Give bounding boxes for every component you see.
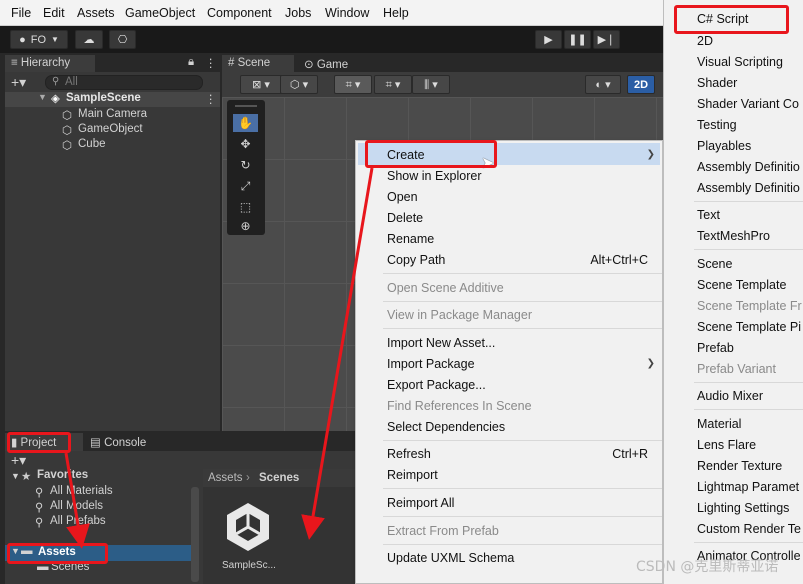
submenu-item-prefab[interactable]: Prefab bbox=[697, 341, 734, 355]
submenu-item-assembly-definition-ref[interactable]: Assembly Definitio bbox=[697, 181, 800, 195]
submenu-item-scene-template[interactable]: Scene Template bbox=[697, 278, 786, 292]
submenu-item-playables[interactable]: Playables bbox=[697, 139, 751, 153]
submenu-item-testing[interactable]: Testing bbox=[697, 118, 737, 132]
submenu-item-shader[interactable]: Shader bbox=[697, 76, 737, 90]
submenu-item-material[interactable]: Material bbox=[697, 417, 741, 431]
annotation-arrow-project bbox=[64, 452, 90, 549]
submenu-item-textmeshpro[interactable]: TextMeshPro bbox=[697, 229, 770, 243]
separator bbox=[694, 201, 803, 202]
annotation-arrow-create bbox=[301, 167, 374, 540]
separator bbox=[694, 409, 803, 410]
submenu-item-scene-template-from: Scene Template Fr bbox=[697, 299, 802, 313]
submenu-item-shader-variant[interactable]: Shader Variant Co bbox=[697, 97, 799, 111]
submenu-item-custom-render-texture[interactable]: Custom Render Te bbox=[697, 522, 801, 536]
submenu-item-scene[interactable]: Scene bbox=[697, 257, 732, 271]
watermark: CSDN @克里斯蒂亚诺 bbox=[636, 559, 779, 575]
submenu-item-2d[interactable]: 2D bbox=[697, 34, 713, 48]
submenu-item-prefab-variant: Prefab Variant bbox=[697, 362, 776, 376]
submenu-item-audio-mixer[interactable]: Audio Mixer bbox=[697, 389, 763, 403]
annotation-arrows bbox=[64, 167, 374, 549]
separator bbox=[694, 382, 803, 383]
submenu-item-render-texture[interactable]: Render Texture bbox=[697, 459, 782, 473]
submenu-item-visual-scripting[interactable]: Visual Scripting bbox=[697, 55, 783, 69]
submenu-item-text[interactable]: Text bbox=[697, 208, 720, 222]
submenu-item-assembly-definition[interactable]: Assembly Definitio bbox=[697, 160, 800, 174]
submenu-item-lightmap-parameters[interactable]: Lightmap Paramet bbox=[697, 480, 799, 494]
submenu-item-lighting-settings[interactable]: Lighting Settings bbox=[697, 501, 789, 515]
submenu-item-lens-flare[interactable]: Lens Flare bbox=[697, 438, 756, 452]
create-submenu: C# Script 2D Visual Scripting Shader Sha… bbox=[663, 0, 803, 584]
unity-editor: File Edit Assets GameObject Component Jo… bbox=[0, 0, 663, 584]
separator bbox=[694, 249, 803, 250]
submenu-item-csharp-script[interactable]: C# Script bbox=[697, 12, 748, 26]
submenu-item-scene-template-pipeline[interactable]: Scene Template Pi bbox=[697, 320, 801, 334]
separator bbox=[694, 542, 803, 543]
